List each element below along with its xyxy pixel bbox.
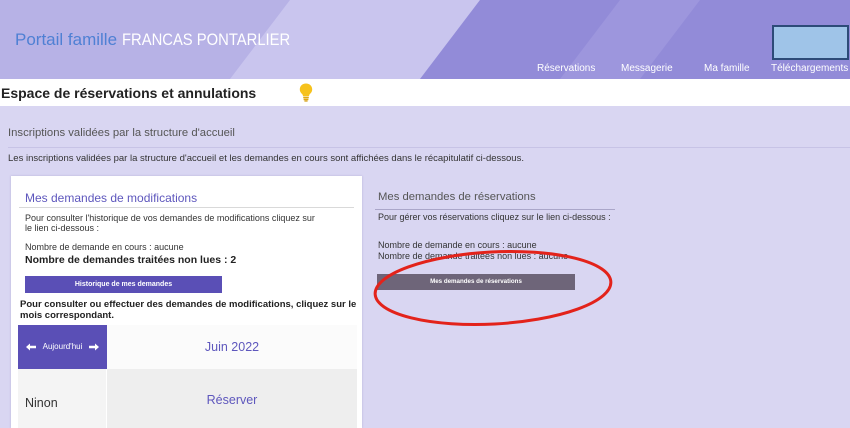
reservations-unread-count: Nombre de demande traitées non lues : au… [378, 251, 569, 261]
inscriptions-heading: Inscriptions validées par la structure d… [8, 127, 235, 139]
nav-telechargements[interactable]: Téléchargements [771, 63, 848, 75]
page-title-bar: Espace de réservations et annulations [0, 79, 850, 106]
reservation-calendar: Aujourd'hui Juin 2022 Ninon Réserver [18, 325, 357, 428]
nav-reservations[interactable]: Réservations [537, 63, 595, 75]
modifications-divider [19, 207, 354, 208]
calendar-nav: Aujourd'hui [18, 325, 107, 369]
calendar-child-name: Ninon [18, 369, 107, 428]
reserve-link[interactable]: Réserver [107, 369, 357, 428]
my-reservations-button[interactable]: Mes demandes de réservations [377, 274, 575, 290]
modifications-unread-count: Nombre de demandes traitées non lues : 2 [25, 254, 237, 266]
nav-ma-famille[interactable]: Ma famille [704, 63, 750, 75]
arrow-right-icon[interactable] [89, 343, 100, 351]
calendar-today-button[interactable]: Aujourd'hui [43, 342, 83, 352]
modifications-history-intro: Pour consulter l'historique de vos deman… [25, 213, 315, 233]
header-account-box[interactable] [772, 25, 849, 60]
page-title: Espace de réservations et annulations [1, 85, 257, 101]
reservations-pending-count: Nombre de demande en cours : aucune [378, 240, 537, 250]
reservations-heading: Mes demandes de réservations [378, 191, 536, 203]
modifications-panel: Mes demandes de modifications Pour consu… [11, 176, 362, 428]
site-header: Portail famille FRANCAS PONTARLIER Réserv… [0, 0, 850, 79]
portal-brand[interactable]: Portail famille FRANCAS PONTARLIER [15, 30, 315, 50]
modifications-pending-count: Nombre de demande en cours : aucune [25, 242, 184, 252]
reservations-intro: Pour gérer vos réservations cliquez sur … [378, 212, 611, 222]
modifications-month-intro: Pour consulter ou effectuer des demandes… [20, 299, 357, 321]
portal-organization-name: FRANCAS PONTARLIER [122, 30, 291, 49]
arrow-left-icon[interactable] [25, 343, 36, 351]
lightbulb-icon[interactable] [299, 83, 313, 102]
inscriptions-info-text: Les inscriptions validées par la structu… [8, 153, 524, 164]
calendar-month[interactable]: Juin 2022 [107, 325, 357, 369]
reservations-divider [375, 209, 615, 210]
modifications-heading: Mes demandes de modifications [25, 191, 198, 205]
inscriptions-divider [8, 147, 850, 148]
nav-messagerie[interactable]: Messagerie [621, 63, 673, 75]
history-button[interactable]: Historique de mes demandes [25, 276, 222, 293]
portal-title-prefix: Portail famille [15, 30, 118, 49]
